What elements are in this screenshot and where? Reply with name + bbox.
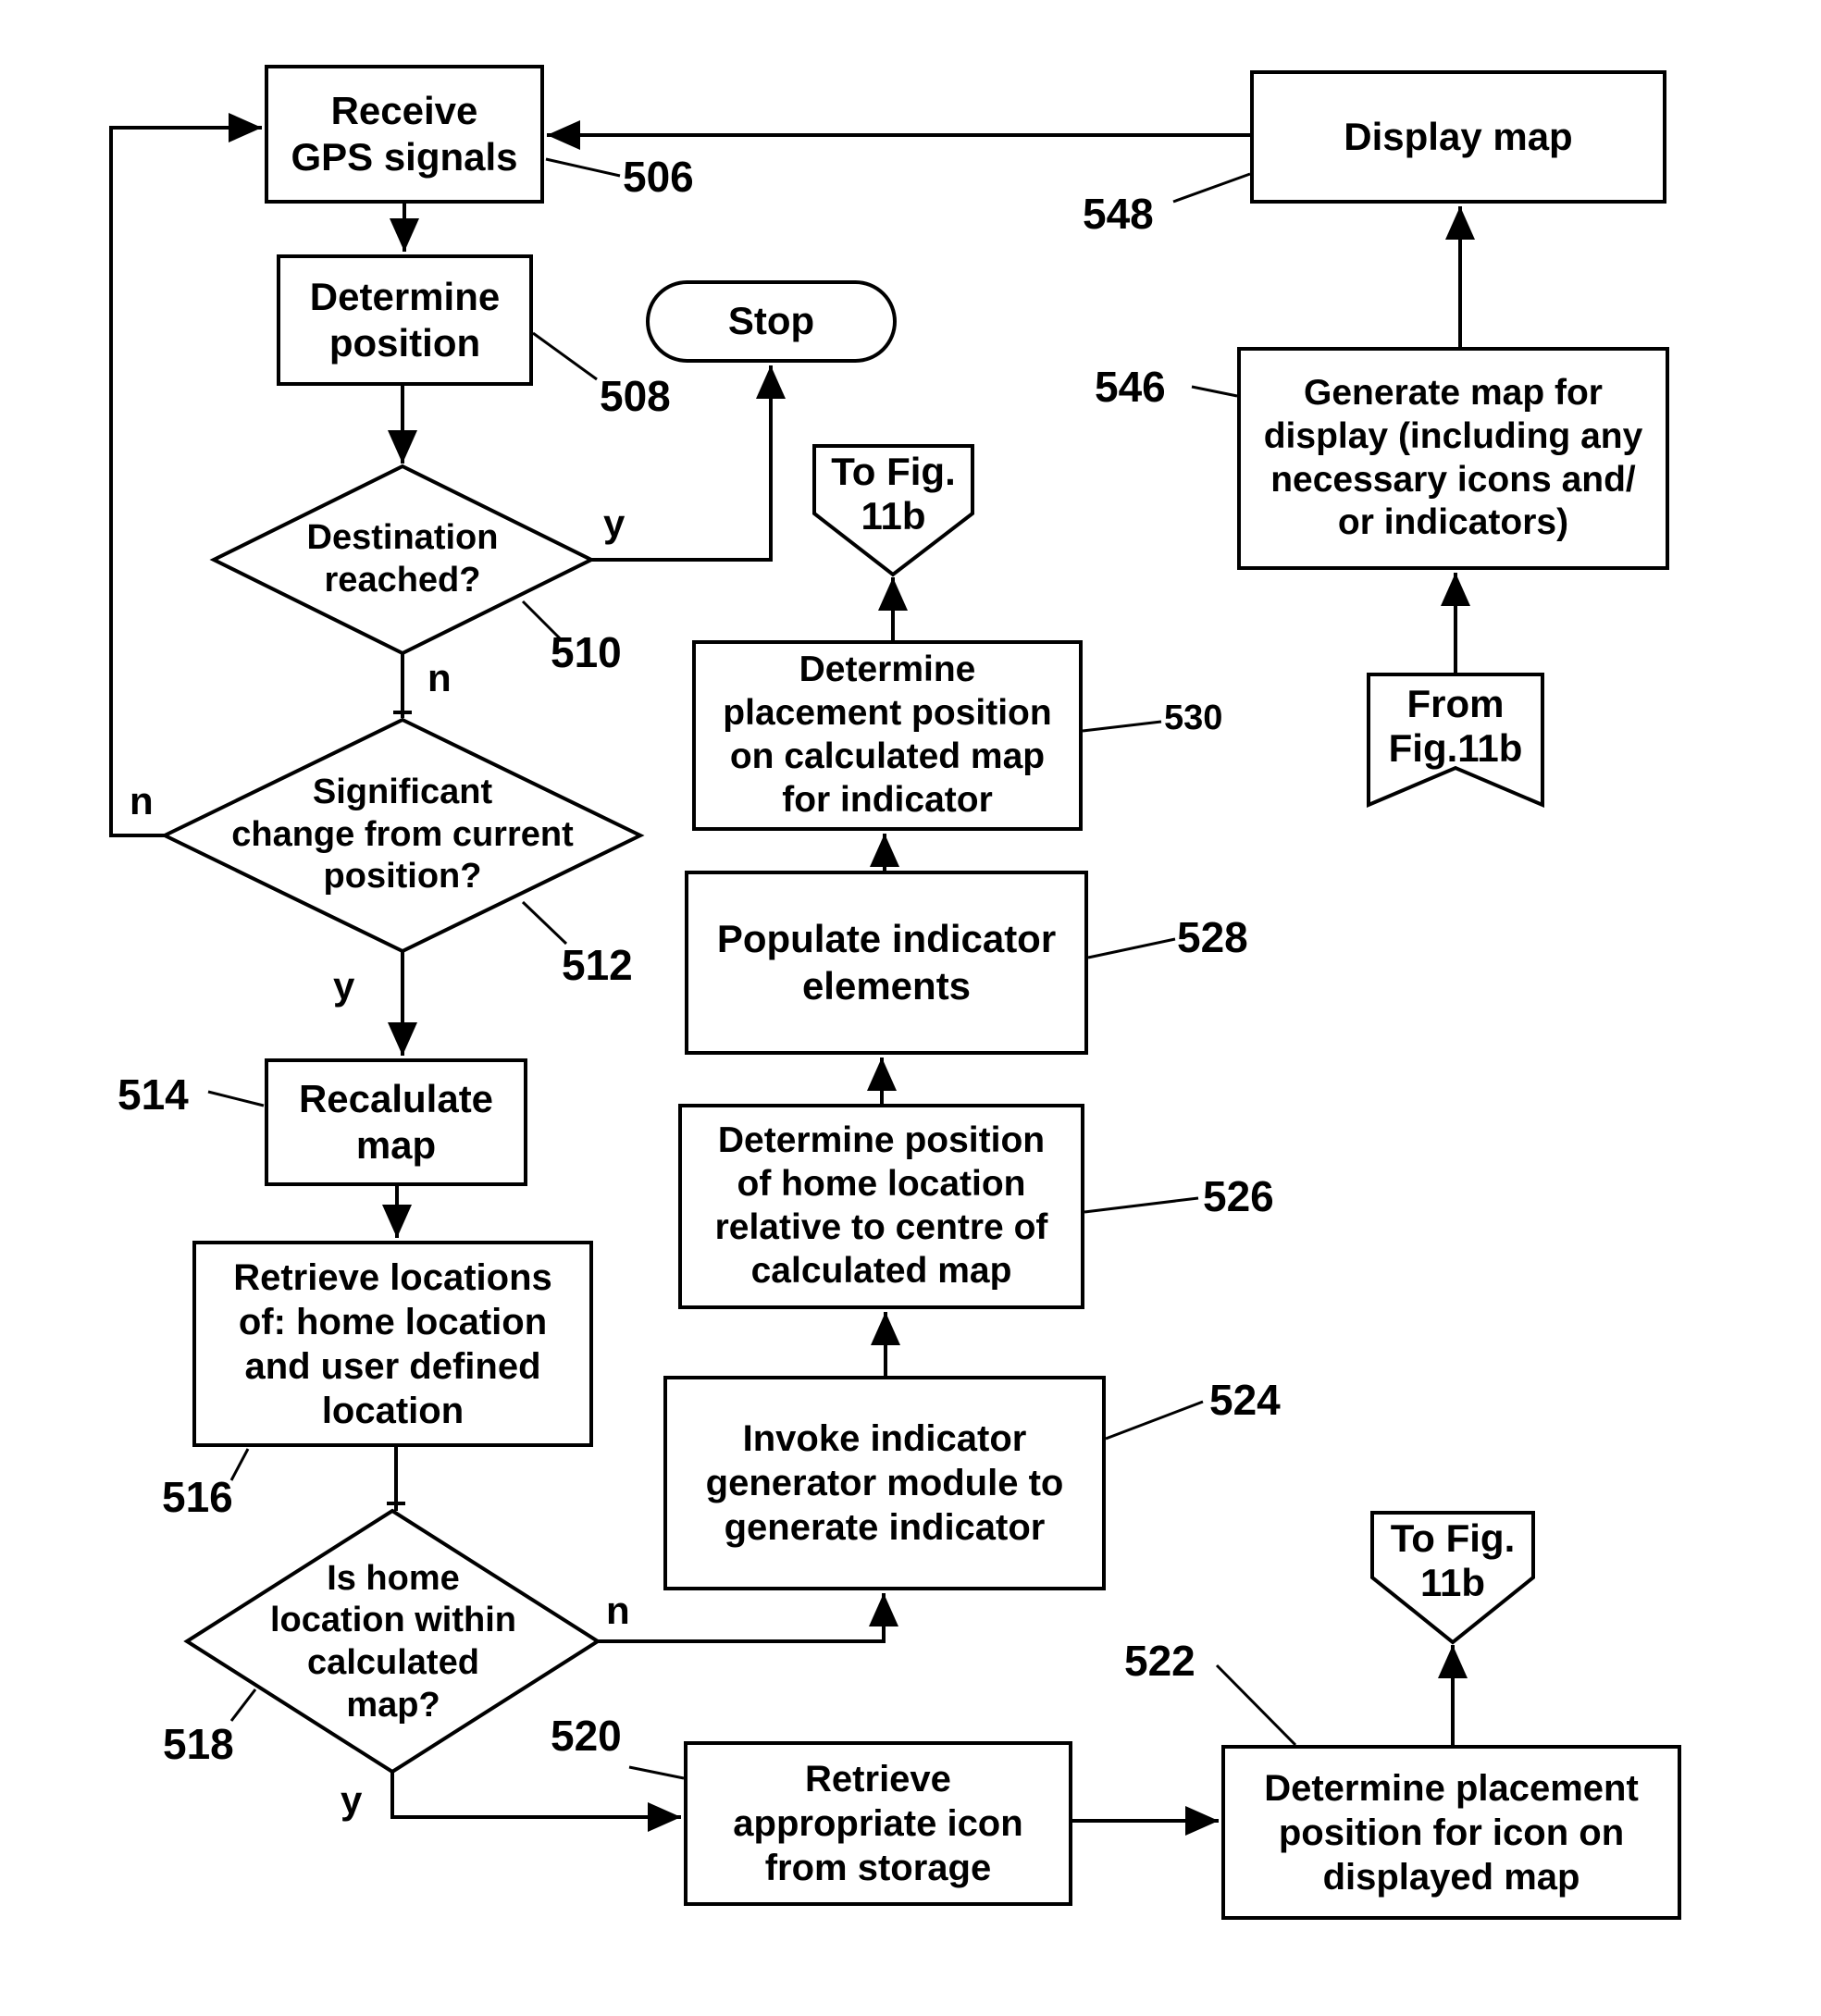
leader-546	[1191, 385, 1238, 398]
ref-510: 510	[551, 628, 622, 676]
flowchart: Receive GPS signals Determine position S…	[0, 0, 1821, 2016]
step-524-invoke-indicator-generator: Invoke indicator generator module to gen…	[663, 1376, 1106, 1590]
ref-512: 512	[562, 941, 633, 989]
leader-528	[1087, 937, 1176, 959]
step-514-recalculate-map: Recalulate map	[265, 1058, 527, 1186]
ref-522: 522	[1124, 1637, 1195, 1685]
leader-548	[1172, 172, 1251, 204]
stop-terminal: Stop	[646, 280, 897, 363]
step-506-text: Receive GPS signals	[291, 88, 518, 179]
step-530-determine-indicator-placement: Determine placement position on calculat…	[692, 640, 1083, 831]
ref-514: 514	[118, 1070, 189, 1119]
arrow-512-loop	[109, 113, 262, 837]
step-548-display-map: Display map	[1250, 70, 1666, 204]
branch-510-yes: y	[603, 501, 626, 545]
step-528-populate-indicator: Populate indicator elements	[685, 871, 1088, 1055]
step-546-generate-map: Generate map for display (including any …	[1237, 347, 1669, 570]
connector-to-fig11b-top: To Fig. 11b	[831, 449, 956, 538]
branch-512-yes: y	[333, 964, 355, 1008]
leader-508	[532, 331, 598, 381]
step-528-text: Populate indicator elements	[716, 917, 1057, 1008]
connector-from-fig11b: From Fig.11b	[1388, 681, 1523, 770]
leader-522	[1215, 1664, 1297, 1747]
ref-526: 526	[1203, 1172, 1274, 1220]
branch-510-no: n	[427, 656, 452, 699]
step-508-text: Determine position	[309, 274, 501, 365]
step-548-text: Display map	[1344, 114, 1573, 158]
leader-530	[1082, 720, 1162, 733]
ref-524: 524	[1209, 1376, 1281, 1424]
decision-518-text: Is home location within calculated map?	[270, 1558, 516, 1725]
step-520-retrieve-icon: Retrieve appropriate icon from storage	[684, 1741, 1072, 1906]
step-530-text: Determine placement position on calculat…	[723, 649, 1052, 820]
arrow-518-520	[390, 1772, 681, 1832]
leader-524	[1105, 1400, 1204, 1441]
step-522-determine-icon-placement: Determine placement position for icon on…	[1221, 1745, 1681, 1920]
step-516-retrieve-locations: Retrieve locations of: home location and…	[192, 1241, 593, 1447]
step-520-text: Retrieve appropriate icon from storage	[733, 1759, 1023, 1888]
ref-508: 508	[600, 372, 671, 420]
step-516-text: Retrieve locations of: home location and…	[233, 1256, 552, 1431]
ref-528: 528	[1177, 913, 1248, 961]
ref-516: 516	[162, 1473, 233, 1521]
branch-512-no: n	[130, 779, 154, 822]
step-546-text: Generate map for display (including any …	[1263, 372, 1643, 543]
step-506-receive-gps: Receive GPS signals	[265, 65, 544, 204]
step-524-text: Invoke indicator generator module to gen…	[705, 1418, 1064, 1548]
step-508-determine-position: Determine position	[277, 254, 533, 386]
leader-516	[229, 1448, 250, 1481]
step-522-text: Determine placement position for icon on…	[1264, 1767, 1639, 1898]
step-526-determine-home-position: Determine position of home location rela…	[678, 1104, 1084, 1309]
ref-546: 546	[1095, 363, 1166, 411]
leader-520	[628, 1765, 685, 1780]
ref-520: 520	[551, 1712, 622, 1760]
decision-510-text: Destination reached?	[306, 518, 499, 600]
leader-506	[545, 157, 621, 178]
decision-512-text: Significant change from current position…	[231, 773, 574, 897]
ref-530: 530	[1164, 699, 1223, 737]
ref-518: 518	[163, 1720, 234, 1768]
leader-514	[207, 1090, 265, 1107]
stop-text: Stop	[727, 299, 815, 343]
branch-518-yes: y	[341, 1778, 363, 1822]
arrow-518-524	[598, 1593, 898, 1643]
ref-548: 548	[1083, 190, 1154, 238]
ref-506: 506	[623, 153, 694, 201]
step-526-text: Determine position of home location rela…	[714, 1120, 1048, 1291]
step-514-text: Recalulate map	[298, 1076, 494, 1167]
branch-518-no: n	[606, 1589, 630, 1632]
connector-to-fig11b-bottom: To Fig. 11b	[1390, 1515, 1516, 1604]
leader-526	[1084, 1196, 1199, 1214]
